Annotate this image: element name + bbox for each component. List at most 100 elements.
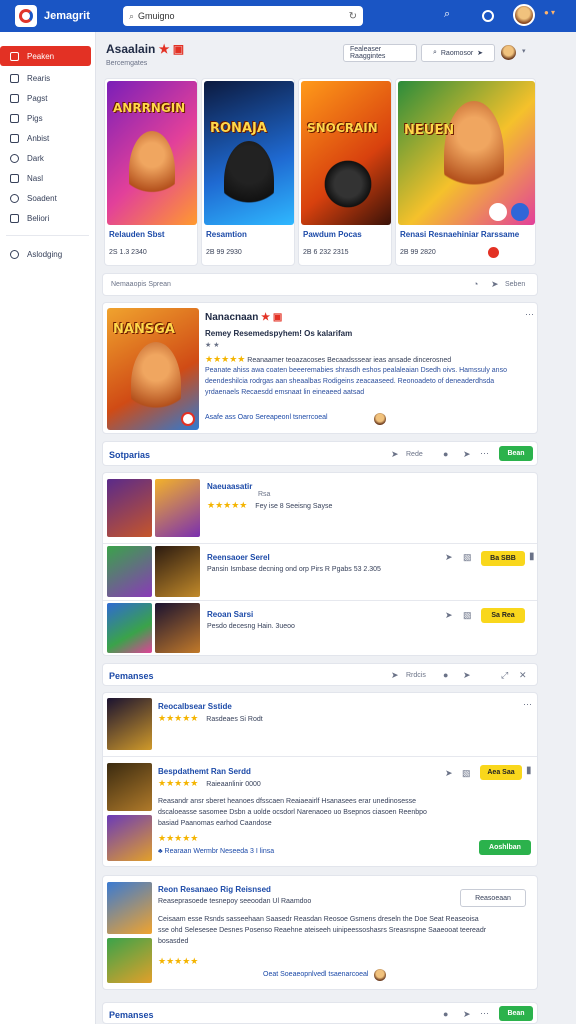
share-icon[interactable]: ➤: [463, 670, 471, 681]
more-icon[interactable]: ⋯: [480, 1008, 489, 1019]
list-title[interactable]: Bespdathemt Ran Serdd: [158, 767, 251, 776]
link-icon[interactable]: [511, 203, 529, 221]
post-footer[interactable]: Oeat Soeaeopnlvedl tsaenarcoeal: [263, 971, 368, 978]
sidebar-item-label: Soadent: [27, 193, 57, 203]
game-thumbnail[interactable]: [107, 546, 152, 597]
hero-title: Nanacnaan ★ ▣: [205, 312, 283, 323]
card-meta: 2B 99 2820: [400, 249, 436, 256]
action-button[interactable]: Ba SBB: [481, 551, 525, 566]
action-button[interactable]: Aea Saa: [480, 765, 522, 780]
app-logo[interactable]: [15, 5, 37, 27]
sidebar-item-7[interactable]: Soadent: [0, 188, 95, 208]
sidebar-item-6[interactable]: Nasl: [0, 168, 95, 188]
share-icon[interactable]: ➤: [491, 279, 499, 290]
game-thumbnail[interactable]: [155, 479, 200, 537]
comment-icon[interactable]: ●: [443, 670, 448, 680]
more-icon[interactable]: ⋯: [523, 699, 532, 710]
search-icon[interactable]: ⌕: [444, 8, 450, 21]
game-thumbnail[interactable]: [107, 815, 152, 861]
hero-footer[interactable]: Asafe ass Oaro Sereapeonl tsnerrcoeal: [205, 414, 328, 421]
sidebar-item-8[interactable]: Beliori: [0, 208, 95, 228]
primary-button[interactable]: Aoshlban: [479, 840, 531, 855]
brand-name: Jemagrit: [44, 10, 90, 22]
featured-card[interactable]: ANRRNGIN Relauden Sbst 2S 1.3 2340: [104, 78, 198, 266]
featured-card[interactable]: SNOCRAIN Pawdum Pocas 2B 6 232 2315: [298, 78, 392, 266]
share-icon[interactable]: ➤: [463, 1009, 471, 1020]
featured-card[interactable]: NEUEN Renasi Resnaehiniar Rarssame 2B 99…: [395, 78, 536, 266]
user-icon: [10, 133, 19, 143]
post-title[interactable]: Reon Resanaeo Rig Reisnsed: [158, 885, 271, 894]
more-icon[interactable]: ⋯: [480, 448, 489, 459]
game-thumbnail[interactable]: [107, 938, 152, 983]
share-icon[interactable]: ➤: [391, 449, 399, 460]
page-subtitle: Bercemgates: [106, 60, 148, 67]
sidebar-item-2[interactable]: Pagst: [0, 88, 95, 108]
game-thumbnail[interactable]: [155, 546, 200, 597]
game-thumbnail[interactable]: [107, 603, 152, 653]
clock-icon: [10, 153, 19, 163]
expand-icon[interactable]: ⤢: [501, 670, 508, 681]
add-button[interactable]: Bean: [499, 446, 533, 461]
bookmark-icon[interactable]: ▧: [463, 610, 472, 621]
add-button[interactable]: Bean: [499, 1006, 533, 1021]
sidebar-item-4[interactable]: Anbist: [0, 128, 95, 148]
create-button[interactable]: ⌕ Raomosor ➤: [421, 44, 495, 62]
bookmark-icon[interactable]: ▧: [462, 768, 471, 779]
refresh-icon[interactable]: ◔: [473, 279, 478, 289]
game-thumbnail[interactable]: [107, 882, 152, 934]
search-box[interactable]: ⌕ ↻: [123, 6, 363, 26]
game-thumbnail[interactable]: [155, 603, 200, 653]
share-icon[interactable]: ➤: [463, 449, 471, 460]
alert-icon[interactable]: ● ▾: [544, 8, 555, 17]
hero-card[interactable]: NANSGA Nanacnaan ★ ▣ Remey Resemedspyhem…: [102, 302, 538, 434]
list-title[interactable]: Reensaoer Serel: [207, 553, 270, 562]
list-title[interactable]: Naeuaasatir: [207, 482, 252, 491]
search-input[interactable]: [138, 11, 345, 21]
game-thumbnail[interactable]: [107, 763, 152, 811]
featured-card[interactable]: RONAJA Resamtion 2B 99 2930: [201, 78, 295, 266]
section-action[interactable]: Rrdcis: [406, 672, 426, 679]
avatar[interactable]: [374, 969, 386, 981]
close-icon[interactable]: ✕: [519, 670, 527, 681]
filter-action[interactable]: Seben: [505, 281, 525, 288]
section-action[interactable]: Rede: [406, 451, 423, 458]
sidebar-item-5[interactable]: Dark: [0, 148, 95, 168]
share-icon[interactable]: ➤: [391, 670, 399, 681]
list-card: Reocalbsear Sstide ★★★★★ Rasdeaes Si Rod…: [102, 692, 538, 867]
notification-icon[interactable]: [482, 10, 494, 22]
drag-handle-icon[interactable]: ▮: [526, 765, 532, 776]
bookmark-icon[interactable]: ▧: [463, 552, 472, 563]
list-title[interactable]: Reocalbsear Sstide: [158, 702, 232, 711]
filter-button[interactable]: Fealeaser Raaggintes: [343, 44, 417, 62]
sidebar-item-0[interactable]: Peaken: [0, 46, 91, 66]
avatar[interactable]: [374, 413, 386, 425]
filter-label: Nemaaopis Sprean: [111, 281, 171, 288]
page-header: Asaalain ★ ▣ Bercemgates Fealeaser Raagg…: [100, 32, 540, 70]
sidebar-item-1[interactable]: Rearis: [0, 68, 95, 88]
action-button[interactable]: Sa Rea: [481, 608, 525, 623]
comment-icon[interactable]: ●: [443, 1009, 448, 1019]
game-thumbnail[interactable]: [107, 479, 152, 537]
sidebar-item-3[interactable]: Pigs: [0, 108, 95, 128]
share-icon[interactable]: ➤: [445, 610, 453, 621]
chevron-down-icon[interactable]: ▾: [522, 47, 526, 55]
comment-icon[interactable]: ●: [443, 449, 448, 459]
sidebar-item-9[interactable]: Aslodging: [0, 244, 95, 264]
secondary-button[interactable]: Reasoeaan: [460, 889, 526, 907]
more-icon[interactable]: ⋯: [525, 309, 534, 320]
list-title[interactable]: Reoan Sarsi: [207, 610, 253, 619]
list-meta: Pesdo decesng Hain. 3ueoo: [207, 623, 295, 630]
user-avatar[interactable]: [513, 4, 535, 26]
settings-icon: [10, 193, 19, 203]
share-icon[interactable]: ➤: [445, 768, 453, 779]
art-title: RONAJA: [210, 121, 267, 136]
game-thumbnail[interactable]: [107, 698, 152, 750]
share-icon[interactable]: ➤: [445, 552, 453, 563]
post-body: Ceisaam esse Rsnds sasseehaan Saasedr Re…: [158, 916, 487, 945]
tools-icon[interactable]: [489, 203, 507, 221]
avatar[interactable]: [501, 45, 516, 60]
drag-handle-icon[interactable]: ▮: [529, 551, 535, 562]
refresh-icon[interactable]: ↻: [349, 11, 357, 22]
list-footer[interactable]: ♣ Rearaan Wermbr Neseeda 3 I linsa: [158, 848, 274, 855]
section-header: Sotparias ➤ Rede ● ➤ ⋯ Bean: [102, 441, 538, 466]
